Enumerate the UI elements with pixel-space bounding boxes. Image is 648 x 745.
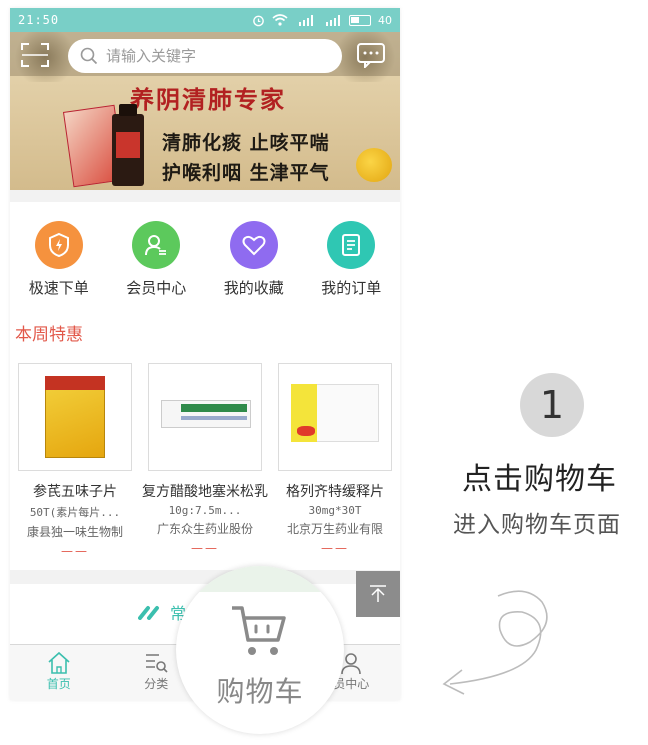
quick-action-member-center[interactable]: 会员中心 <box>108 208 206 308</box>
quick-actions: 极速下单 会员中心 我的收藏 我的订单 <box>10 208 400 308</box>
home-icon <box>48 651 70 674</box>
product-price: —— <box>61 544 89 558</box>
quick-action-orders[interactable]: 我的订单 <box>303 208 401 308</box>
product-card[interactable]: 参芪五味子片 50T(素片每片... 康县独一味生物制 —— <box>10 363 140 563</box>
product-image <box>148 363 262 471</box>
curved-arrow-icon <box>442 590 548 695</box>
product-maker: 康县独一味生物制 <box>26 525 123 539</box>
banner-title: 养阴清肺专家 <box>130 85 286 114</box>
product-image <box>18 363 132 471</box>
product-image <box>278 363 392 471</box>
product-spec: 10g:7.5m... <box>168 504 242 517</box>
quick-action-label: 会员中心 <box>126 279 187 297</box>
promo-banner[interactable]: 养阴清肺专家 清肺化痰 止咳平喘 护喉利咽 生津平气 <box>10 32 400 190</box>
tab-label: 分类 <box>144 677 169 691</box>
product-name: 参芪五味子片 <box>33 484 117 500</box>
status-time: 21:50 <box>18 13 60 27</box>
scan-icon[interactable] <box>20 42 50 68</box>
lightning-shield-icon <box>34 221 83 269</box>
product-price: —— <box>321 541 349 555</box>
arrow-up-icon <box>370 585 386 602</box>
search-input[interactable] <box>106 47 326 65</box>
banner-slogan-1: 清肺化痰 止咳平喘 <box>162 132 330 154</box>
step-subtitle: 进入购物车页面 <box>453 512 621 538</box>
product-spec: 50T(素片每片... <box>29 506 121 519</box>
signal-icon <box>299 14 313 26</box>
pear-image <box>356 148 392 182</box>
tab-home[interactable]: 首页 <box>10 645 108 700</box>
message-icon[interactable] <box>356 42 386 68</box>
status-bar: 21:50 40 <box>10 8 400 32</box>
common-section-header: 常 <box>138 600 186 624</box>
double-slash-icon <box>138 606 159 620</box>
back-to-top-button[interactable] <box>356 571 400 617</box>
search-bar[interactable] <box>68 39 342 73</box>
product-spec: 30mg*30T <box>308 504 362 517</box>
tab-label: 首页 <box>46 677 71 691</box>
cart-magnifier-callout[interactable]: 购物车 <box>176 566 344 734</box>
product-name: 格列齐特缓释片 <box>286 484 384 500</box>
product-maker: 北京万生药业有限 <box>286 522 383 536</box>
quick-action-favorites[interactable]: 我的收藏 <box>205 208 303 308</box>
order-list-icon <box>327 221 376 269</box>
quick-action-label: 我的收藏 <box>223 279 284 297</box>
medicine-bottle-image <box>112 104 144 186</box>
product-price: —— <box>191 541 219 555</box>
step-number-badge: 1 <box>520 373 584 437</box>
battery-level: 40 <box>378 13 392 27</box>
section-title-weekly-deals: 本周特惠 <box>15 325 83 345</box>
product-card[interactable]: 格列齐特缓释片 30mg*30T 北京万生药业有限 —— <box>270 363 400 563</box>
banner-slogan-2: 护喉利咽 生津平气 <box>162 162 330 184</box>
product-list: 参芪五味子片 50T(素片每片... 康县独一味生物制 —— 复方醋酸地塞米松乳… <box>10 363 400 563</box>
battery-icon <box>349 14 371 26</box>
alarm-icon <box>253 15 264 26</box>
signal-icon <box>326 14 340 26</box>
quick-action-label: 极速下单 <box>28 279 89 297</box>
cart-magnifier-label: 购物车 <box>216 675 304 708</box>
category-icon <box>146 654 168 673</box>
member-icon <box>132 221 181 269</box>
product-name: 复方醋酸地塞米松乳 <box>142 484 268 500</box>
product-card[interactable]: 复方醋酸地塞米松乳 10g:7.5m... 广东众生药业股份 —— <box>140 363 270 563</box>
quick-action-label: 我的订单 <box>321 279 382 297</box>
step-title: 点击购物车 <box>462 462 617 497</box>
quick-action-fast-order[interactable]: 极速下单 <box>10 208 108 308</box>
cart-icon <box>232 606 286 655</box>
wifi-icon <box>272 14 288 26</box>
product-maker: 广东众生药业股份 <box>156 522 253 536</box>
heart-icon <box>229 221 278 269</box>
search-icon <box>80 47 98 65</box>
